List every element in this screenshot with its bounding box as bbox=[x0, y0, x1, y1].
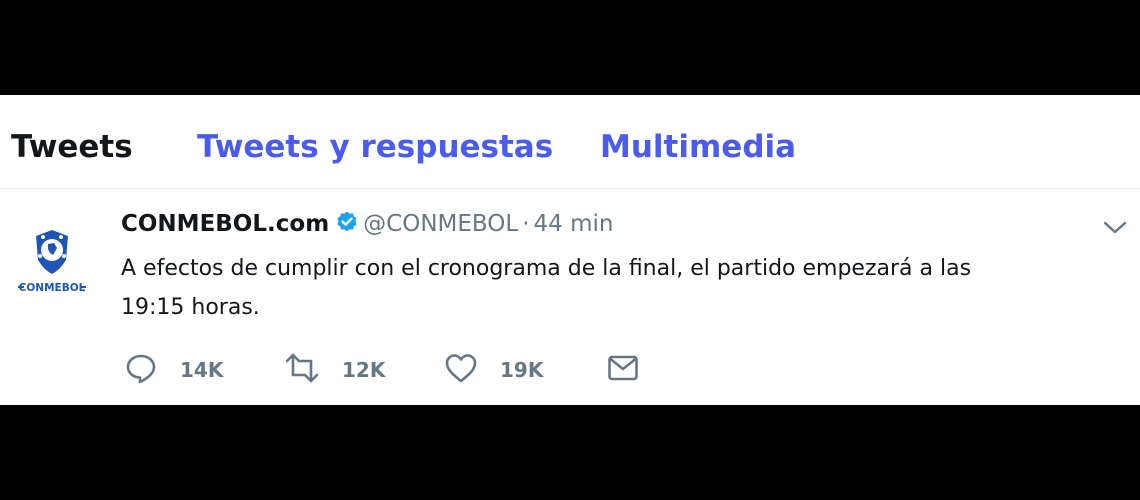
chevron-down-icon[interactable] bbox=[1100, 217, 1130, 239]
retweet-icon bbox=[284, 351, 320, 390]
avatar-wordmark: CONMEBOL bbox=[19, 282, 86, 294]
tweet-text: A efectos de cumplir con el cronograma d… bbox=[121, 249, 1121, 327]
user-handle[interactable]: @CONMEBOL bbox=[363, 211, 518, 237]
direct-message-icon bbox=[606, 351, 640, 390]
letterbox-bottom bbox=[0, 405, 1140, 500]
tweet-timestamp[interactable]: 44 min bbox=[534, 211, 614, 237]
profile-timeline: Tweets Tweets y respuestas Multimedia CO… bbox=[0, 95, 1140, 405]
tab-multimedia[interactable]: Multimedia bbox=[600, 129, 796, 165]
tab-tweets-and-replies[interactable]: Tweets y respuestas bbox=[197, 129, 553, 165]
separator-dot: · bbox=[522, 211, 530, 237]
tweet-text-line-1: A efectos de cumplir con el cronograma d… bbox=[121, 256, 972, 281]
tweet-text-line-2: 19:15 horas. bbox=[121, 295, 260, 320]
tab-tweets[interactable]: Tweets bbox=[11, 129, 133, 165]
reply-icon bbox=[124, 351, 158, 390]
letterbox-top bbox=[0, 0, 1140, 95]
verified-badge-icon bbox=[335, 210, 359, 241]
retweet-button[interactable]: 12K bbox=[284, 353, 385, 387]
reply-button[interactable]: 14K bbox=[124, 353, 223, 387]
direct-message-button[interactable] bbox=[606, 353, 640, 387]
display-name[interactable]: CONMEBOL.com bbox=[121, 211, 329, 237]
like-count: 19K bbox=[500, 358, 544, 382]
reply-count: 14K bbox=[180, 358, 224, 382]
avatar[interactable]: CONMEBOL bbox=[12, 222, 92, 302]
profile-tabs: Tweets Tweets y respuestas Multimedia bbox=[0, 95, 1140, 189]
like-icon bbox=[444, 351, 478, 390]
retweet-count: 12K bbox=[342, 358, 386, 382]
like-button[interactable]: 19K bbox=[444, 353, 543, 387]
tweet-header: CONMEBOL.com @CONMEBOL · 44 min bbox=[121, 209, 613, 239]
